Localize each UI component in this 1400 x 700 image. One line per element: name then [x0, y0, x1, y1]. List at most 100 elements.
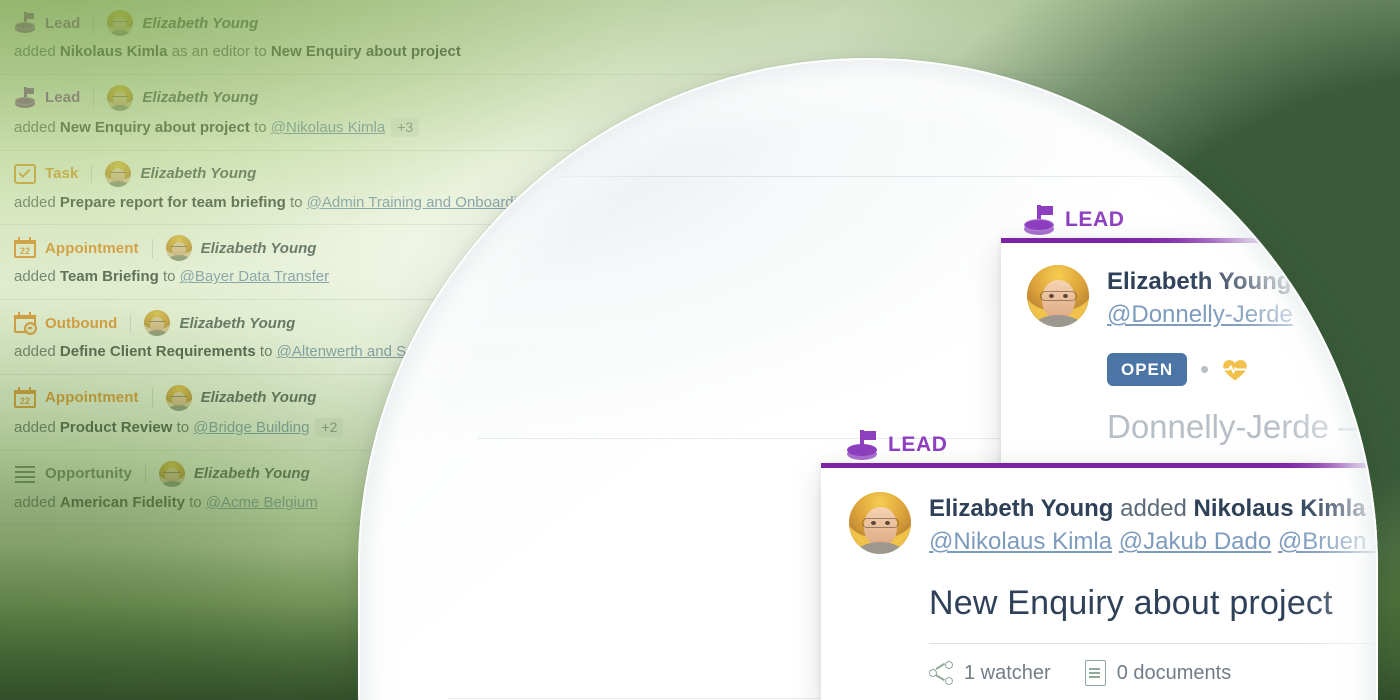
card-b-mention-link-1[interactable]: @Nikolaus Kimla	[929, 528, 1112, 555]
lead-flag-icon	[14, 12, 36, 34]
feed-row-user[interactable]: Elizabeth Young	[201, 240, 317, 257]
feed-row-type-icon	[14, 463, 36, 485]
heartbeat-icon	[1222, 358, 1248, 382]
outbound-call-icon	[14, 312, 37, 335]
documents-label: 0 documents	[1116, 661, 1232, 684]
text-mid: to	[158, 268, 180, 286]
text-subject: Prepare report for team briefing	[59, 193, 286, 211]
more-count-badge[interactable]: +2	[315, 417, 344, 438]
avatar	[107, 84, 134, 111]
divider	[91, 164, 93, 183]
avatar	[107, 10, 134, 36]
feed-row-user[interactable]: Elizabeth Young	[179, 315, 295, 332]
avatar	[165, 235, 192, 262]
feed-row-header: Lead Elizabeth Young	[14, 10, 1400, 36]
checkbox-icon	[14, 163, 36, 185]
feed-row-user[interactable]: Elizabeth Young	[194, 465, 310, 482]
text-subject: Product Review	[59, 418, 173, 436]
feed-row-type-label: Appointment	[45, 239, 139, 257]
feed-row-type-label: Lead	[45, 14, 81, 32]
watchers-item[interactable]: 1 watcher	[929, 661, 1051, 686]
feed-row-type-icon	[14, 312, 37, 335]
divider	[130, 313, 132, 333]
text-subject: Define Client Requirements	[59, 343, 256, 360]
feed-row-user[interactable]: Elizabeth Young	[142, 89, 258, 106]
lead-badge-card-a: LEAD	[1022, 203, 1125, 237]
feed-row-type-label: Appointment	[45, 389, 139, 407]
lead-badge-label-b: LEAD	[888, 433, 948, 456]
feed-row-type-label: Lead	[45, 89, 81, 107]
lead-flag-icon	[14, 86, 36, 109]
divider	[151, 238, 153, 258]
avatar	[165, 384, 192, 411]
text-subject: New Enquiry about project	[59, 118, 250, 136]
text-prefix: added	[14, 193, 60, 211]
feed-row-type-label: Outbound	[45, 314, 118, 332]
mention-link[interactable]: @Bayer Data Transfer	[180, 268, 329, 285]
divider	[144, 464, 146, 483]
feed-row-type-icon: 22	[14, 237, 36, 259]
divider	[151, 388, 153, 408]
card-a-actor: Elizabeth Young	[1107, 268, 1292, 295]
card-b-title: New Enquiry about project	[929, 584, 1333, 623]
lead-flag-icon	[1022, 203, 1056, 237]
card-a-activity-text: Elizabeth Young added this lead @Donnell…	[1107, 265, 1378, 331]
feed-row[interactable]: Lead Elizabeth Young added Nikolaus Kimla …	[0, 0, 1400, 75]
text-mid: to	[184, 493, 206, 511]
status-badge-open[interactable]: OPEN	[1107, 353, 1188, 387]
text-subject: American Fidelity	[59, 493, 185, 511]
document-icon	[1084, 660, 1106, 687]
more-count-badge[interactable]: +3	[391, 117, 420, 138]
text-prefix: added	[14, 268, 60, 286]
feed-row-type-icon	[14, 86, 36, 109]
avatar	[144, 310, 171, 336]
text-mid: to	[285, 193, 307, 211]
text-object: New Enquiry about project	[270, 43, 461, 60]
card-b-target: Nikolaus Kimla	[1193, 495, 1366, 522]
text-mid: as an editor to	[167, 43, 271, 60]
opportunity-icon	[14, 463, 36, 485]
card-a-title: Donnelly-Jerde — rollout	[1107, 408, 1378, 446]
card-b-action-mid: added	[1113, 495, 1194, 522]
text-prefix: added	[14, 118, 60, 136]
text-subject: Nikolaus Kimla	[59, 43, 168, 60]
card-b-action-end: as an editor of this lead	[1366, 495, 1378, 522]
card-a-meta-row: OPEN	[1107, 353, 1378, 387]
avatar-elizabeth-young-a	[1027, 265, 1089, 327]
text-prefix: added	[14, 493, 60, 511]
mention-link[interactable]: @Bridge Building	[193, 419, 309, 436]
feed-row-body: added Nikolaus Kimla as an editor to New…	[14, 43, 1400, 62]
text-prefix: added	[14, 43, 60, 60]
card-b-mention-link-2[interactable]: @Jakub Dado	[1119, 528, 1271, 555]
card-a-action: added this lead	[1298, 268, 1378, 295]
text-subject: Team Briefing	[59, 268, 159, 286]
share-icon	[929, 661, 953, 686]
feed-row-type-icon	[14, 12, 36, 34]
mention-link[interactable]: @Admin Training and Onboarding	[307, 194, 534, 211]
feed-row-type-icon: 22	[14, 386, 36, 409]
calendar-icon: 22	[14, 237, 36, 259]
text-mid: to	[249, 118, 271, 136]
feed-row-user[interactable]: Elizabeth Young	[140, 165, 256, 182]
card-a-mention-link[interactable]: @Donnelly-Jerde	[1107, 301, 1293, 328]
divider	[93, 13, 95, 33]
avatar	[105, 160, 132, 187]
card-b-mention-link-3[interactable]: @Bruen Inc	[1278, 528, 1378, 555]
documents-item[interactable]: 0 documents	[1084, 660, 1232, 687]
feed-row-type-icon	[14, 163, 36, 185]
text-mid: to	[172, 418, 194, 436]
avatar	[158, 460, 185, 487]
mention-link[interactable]: @Acme Belgium	[206, 494, 318, 511]
mention-link[interactable]: @Nikolaus Kimla	[271, 119, 385, 136]
magnified-card-editor-added[interactable]: Elizabeth Young added Nikolaus Kimla as …	[821, 463, 1378, 700]
lead-flag-icon	[845, 428, 879, 462]
text-prefix: added	[14, 343, 60, 360]
watchers-label: 1 watcher	[964, 661, 1051, 684]
calendar-icon: 22	[14, 386, 36, 409]
text-mid: to	[255, 343, 277, 360]
feed-row-user[interactable]: Elizabeth Young	[142, 15, 258, 32]
feed-row-user[interactable]: Elizabeth Young	[201, 389, 317, 406]
card-b-footer: 1 watcher 0 documents	[929, 644, 1378, 687]
separator-dot	[1201, 366, 1209, 374]
feed-row-type-label: Task	[45, 165, 79, 182]
